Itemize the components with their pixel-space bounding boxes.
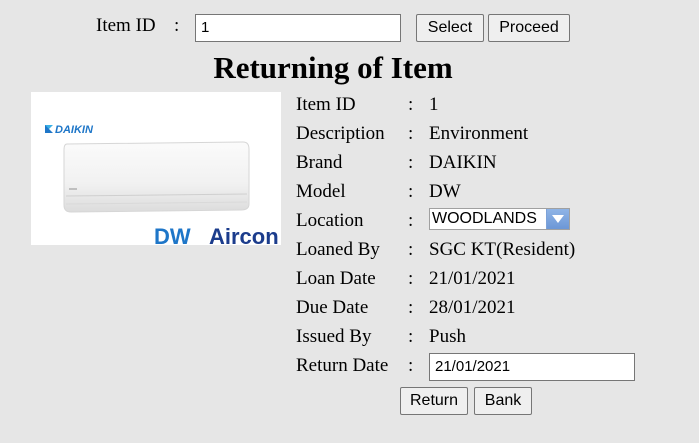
detail-label-loan-date: Loan Date (296, 268, 376, 289)
detail-label-description: Description (296, 123, 385, 144)
item-id-search-label: Item ID (96, 15, 156, 36)
detail-value-brand: DAIKIN (429, 152, 497, 173)
detail-colon: : (408, 123, 414, 144)
detail-value-loaned-by: SGC KT(Resident) (429, 239, 576, 260)
daikin-logo-text: DAIKIN (55, 124, 94, 136)
return-button[interactable]: Return (400, 387, 468, 415)
detail-label-loaned-by: Loaned By (296, 239, 380, 260)
item-id-search-colon: : (174, 15, 180, 36)
detail-colon: : (408, 297, 414, 318)
detail-colon: : (408, 355, 414, 376)
detail-colon: : (408, 181, 414, 202)
detail-value-description: Environment (429, 123, 529, 144)
detail-colon: : (408, 152, 414, 173)
detail-colon: : (408, 268, 414, 289)
detail-value-due-date: 28/01/2021 (429, 297, 516, 318)
detail-value-issued-by: Push (429, 326, 466, 347)
detail-value-loan-date: 21/01/2021 (429, 268, 516, 289)
detail-label-brand: Brand (296, 152, 343, 173)
chevron-down-icon[interactable] (546, 209, 569, 229)
return-date-input[interactable]: 21/01/2021 (429, 353, 635, 381)
detail-label-location: Location (296, 210, 364, 231)
detail-colon: : (408, 210, 414, 231)
dw-logo-text: DW (154, 224, 191, 245)
detail-colon: : (408, 326, 414, 347)
select-button[interactable]: Select (416, 14, 484, 42)
bank-button[interactable]: Bank (474, 387, 532, 415)
aircon-logo-text: Aircon (209, 224, 279, 245)
detail-value-item-id: 1 (429, 94, 439, 115)
product-image: DAIKIN DW Aircon (31, 92, 281, 245)
detail-label-item-id: Item ID (296, 94, 356, 115)
daikin-logo-mark (45, 125, 53, 133)
location-select-value: WOODLANDS (432, 210, 537, 227)
detail-label-due-date: Due Date (296, 297, 369, 318)
detail-label-return-date: Return Date (296, 355, 389, 376)
detail-colon: : (408, 239, 414, 260)
air-conditioner-icon: DAIKIN DW Aircon (45, 124, 279, 245)
page-title: Returning of Item (213, 50, 453, 85)
proceed-button[interactable]: Proceed (488, 14, 570, 42)
detail-label-model: Model (296, 181, 346, 202)
item-id-search-input[interactable]: 1 (195, 14, 401, 42)
detail-label-issued-by: Issued By (296, 326, 372, 347)
location-select[interactable]: WOODLANDS (429, 208, 570, 230)
detail-colon: : (408, 94, 414, 115)
detail-value-model: DW (429, 181, 461, 202)
